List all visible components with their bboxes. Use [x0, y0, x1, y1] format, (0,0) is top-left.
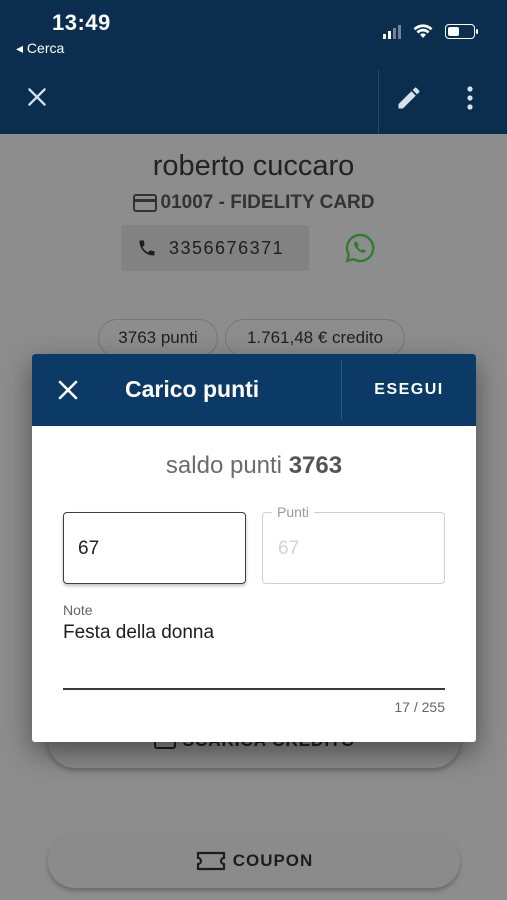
saldo-label: saldo punti [165, 452, 283, 479]
ticket-icon [196, 851, 225, 871]
app-toolbar [0, 62, 507, 134]
dialog-title: Carico punti [125, 376, 260, 402]
status-icons [383, 24, 478, 39]
points-input-label: Punti [272, 504, 314, 520]
saldo-value: 3763 [288, 452, 343, 479]
close-icon[interactable] [24, 84, 50, 110]
pencil-icon[interactable] [395, 84, 423, 112]
wifi-icon [413, 24, 433, 38]
coupon-label: COUPON [232, 851, 314, 870]
note-label: Note [63, 602, 93, 618]
points-input[interactable]: 67 [262, 512, 445, 584]
fidelity-card-line: 01007 - FIDELITY CARD [0, 192, 507, 214]
toolbar-divider [378, 70, 379, 134]
back-to-search-link[interactable]: ◂ Cerca [16, 40, 64, 57]
signal-icon [383, 24, 401, 39]
note-char-counter: 17 / 255 [394, 699, 445, 715]
note-input[interactable]: Festa della donna [63, 622, 214, 644]
phone-chip[interactable]: 3356676371 [121, 225, 309, 271]
status-bar: 13:49 ◂ Cerca [0, 0, 507, 62]
amount-input[interactable]: 67 [63, 512, 246, 584]
credit-chip[interactable]: 1.761,48 € credito [225, 319, 405, 357]
phone-number: 3356676371 [169, 237, 285, 258]
fidelity-card-text: 01007 - FIDELITY CARD [160, 192, 375, 213]
more-vert-icon[interactable] [462, 84, 478, 112]
saldo-punti: saldo punti 3763 [32, 452, 476, 480]
whatsapp-icon[interactable] [344, 232, 376, 264]
customer-name: roberto cuccaro [152, 150, 355, 182]
dialog-close-icon[interactable] [56, 378, 80, 402]
credit-card-icon [132, 194, 157, 212]
battery-icon [445, 24, 478, 39]
carico-punti-dialog: Carico punti ESEGUI saldo punti 3763 67 … [32, 354, 476, 742]
coupon-button[interactable]: COUPON [48, 834, 460, 888]
points-chip[interactable]: 3763 punti [98, 319, 218, 357]
esegui-button[interactable]: ESEGUI [342, 354, 476, 426]
status-time: 13:49 [52, 10, 111, 35]
phone-icon [139, 240, 155, 256]
note-underline [63, 688, 445, 690]
dialog-header: Carico punti ESEGUI [32, 354, 476, 426]
